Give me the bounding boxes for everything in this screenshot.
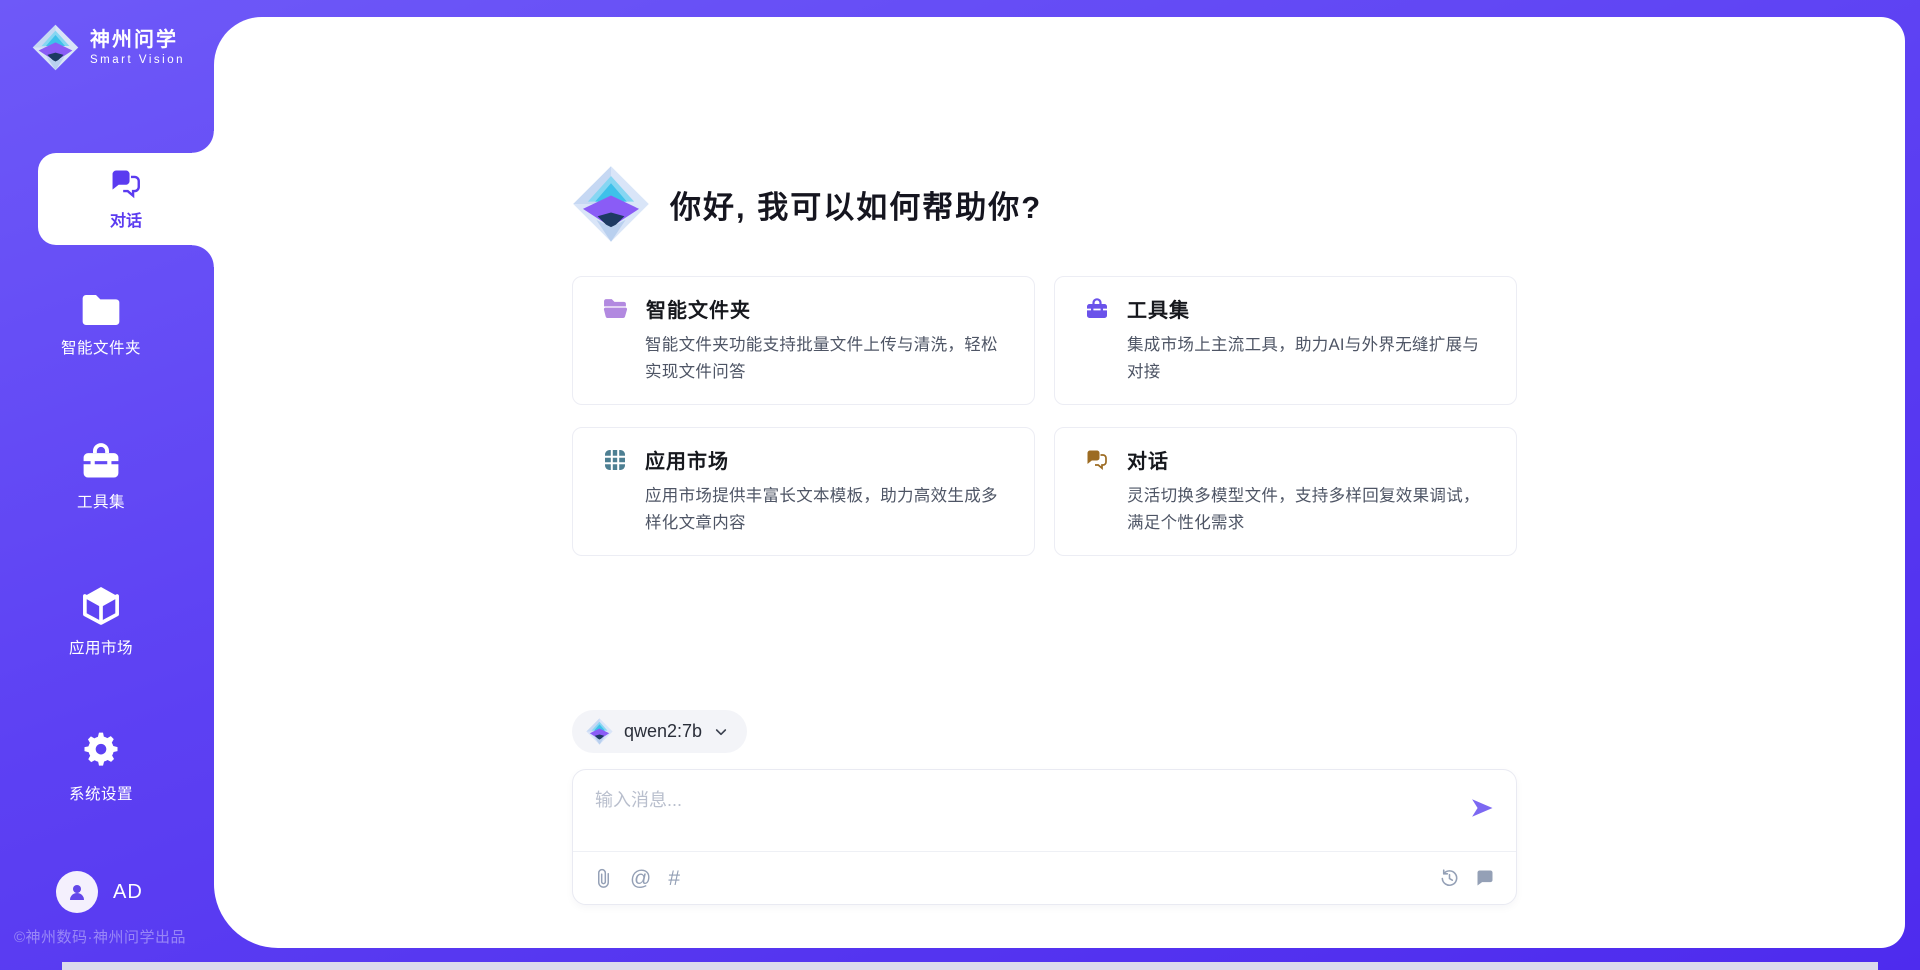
card-description: 灵活切换多模型文件，支持多样回复效果调试，满足个性化需求 <box>1127 483 1492 537</box>
card-title: 工具集 <box>1127 294 1190 323</box>
at-icon: @ <box>630 868 651 889</box>
mention-button[interactable]: @ <box>630 868 651 889</box>
chat-bubbles-icon <box>109 167 143 201</box>
greeting-text: 你好, 我可以如何帮助你? <box>670 182 1042 227</box>
brand-gem-icon <box>32 24 79 71</box>
sidebar-item-smart-folder[interactable]: 智能文件夹 <box>0 293 202 358</box>
grid-icon <box>603 448 627 472</box>
card-description: 应用市场提供丰富长文本模板，助力高效生成多样化文章内容 <box>645 483 1010 537</box>
chat-bubbles-icon <box>1085 448 1109 472</box>
sidebar-item-settings[interactable]: 系统设置 <box>0 729 202 804</box>
sidebar: 神州问学 Smart Vision 对话 智能文件夹 <box>0 0 214 970</box>
main-panel: 你好, 我可以如何帮助你? 智能文件夹 智能文件夹功能支持批量文件上传与清洗，轻… <box>214 17 1905 948</box>
model-name: qwen2:7b <box>624 721 702 742</box>
sidebar-item-app-market[interactable]: 应用市场 <box>0 583 202 658</box>
paperclip-icon <box>594 868 613 889</box>
toolbox-icon <box>80 441 122 481</box>
history-button[interactable] <box>1439 868 1460 889</box>
cube-icon <box>79 583 123 627</box>
toolbox-icon <box>1085 297 1109 320</box>
send-icon <box>1468 794 1496 822</box>
feature-cards: 智能文件夹 智能文件夹功能支持批量文件上传与清洗，轻松实现文件问答 <box>572 276 1517 556</box>
horizontal-scrollbar[interactable] <box>62 962 1878 970</box>
copyright-text: ©神州数码·神州问学出品 <box>14 926 186 947</box>
card-title: 智能文件夹 <box>646 294 751 323</box>
sidebar-item-label: 智能文件夹 <box>61 336 141 358</box>
comment-icon <box>1475 868 1495 888</box>
card-chat[interactable]: 对话 灵活切换多模型文件，支持多样回复效果调试，满足个性化需求 <box>1054 427 1517 556</box>
card-smart-folder[interactable]: 智能文件夹 智能文件夹功能支持批量文件上传与清洗，轻松实现文件问答 <box>572 276 1035 405</box>
card-title: 应用市场 <box>645 445 729 474</box>
greeting-block: 你好, 我可以如何帮助你? <box>572 165 1517 243</box>
card-description: 集成市场上主流工具，助力AI与外界无缝扩展与对接 <box>1127 332 1492 386</box>
send-button[interactable] <box>1468 794 1496 822</box>
card-toolset[interactable]: 工具集 集成市场上主流工具，助力AI与外界无缝扩展与对接 <box>1054 276 1517 405</box>
sidebar-item-chat[interactable]: 对话 <box>38 153 214 245</box>
user-name: AD <box>113 881 143 904</box>
message-input[interactable] <box>595 786 1455 846</box>
brand-subtitle: Smart Vision <box>90 54 185 66</box>
assistant-gem-icon <box>572 165 650 243</box>
card-title: 对话 <box>1127 445 1169 474</box>
folder-open-icon <box>603 298 628 320</box>
brand-name: 神州问学 <box>90 29 185 52</box>
sidebar-item-label: 工具集 <box>77 490 125 512</box>
hash-icon: # <box>668 868 680 889</box>
sidebar-item-toolset[interactable]: 工具集 <box>0 441 202 512</box>
model-selector[interactable]: qwen2:7b <box>572 710 747 753</box>
conversations-button[interactable] <box>1475 868 1495 888</box>
person-icon <box>65 880 89 904</box>
avatar <box>56 871 98 913</box>
card-app-market[interactable]: 应用市场 应用市场提供丰富长文本模板，助力高效生成多样化文章内容 <box>572 427 1035 556</box>
folder-icon <box>81 293 121 327</box>
tab-fillet-bottom <box>192 245 214 267</box>
sidebar-item-label: 系统设置 <box>69 782 133 804</box>
tab-fillet-top <box>192 131 214 153</box>
app-logo: 神州问学 Smart Vision <box>32 24 185 71</box>
topic-button[interactable]: # <box>668 868 680 889</box>
message-composer: @ # <box>572 769 1517 905</box>
model-gem-icon <box>586 718 613 745</box>
card-description: 智能文件夹功能支持批量文件上传与清洗，轻松实现文件问答 <box>645 332 1010 386</box>
attachment-button[interactable] <box>594 868 613 889</box>
sidebar-item-label: 对话 <box>110 207 142 231</box>
user-account[interactable]: AD <box>56 871 143 913</box>
chevron-down-icon <box>713 724 729 740</box>
history-clock-icon <box>1439 868 1460 889</box>
gear-icon <box>79 729 123 773</box>
sidebar-item-label: 应用市场 <box>69 636 133 658</box>
